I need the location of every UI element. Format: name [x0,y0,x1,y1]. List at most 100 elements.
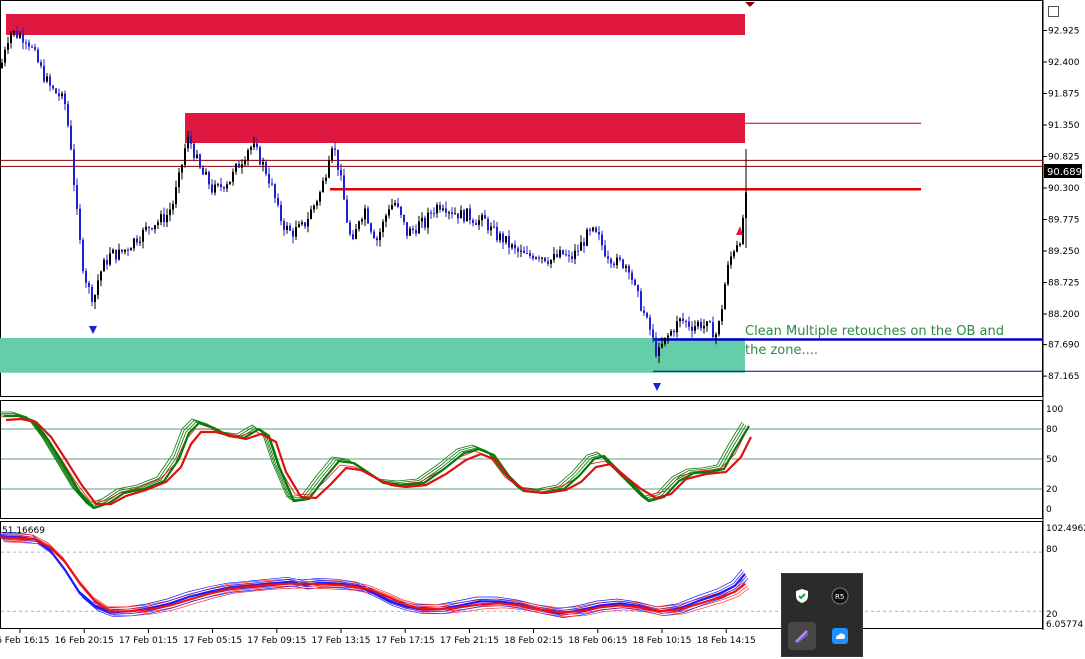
candle-bull [361,219,363,222]
svg-text:R5: R5 [835,593,844,601]
candle-bear [34,46,36,50]
price-tick-label: 91.875 [1048,90,1080,100]
candle-bull [235,163,237,172]
candle-bear [211,184,213,193]
candle-bear [523,250,525,254]
candle-bull [388,209,390,216]
candle-bear [610,258,612,264]
candle-bear [451,212,453,214]
candle-bear [79,208,81,240]
current-price-label: 90.689 [1047,167,1082,178]
candle-bear [685,320,687,322]
candle-bull [160,214,162,223]
candle-bear [601,234,603,246]
candle-bull [298,224,300,228]
lower-bottom-value: 6.05774 [1046,620,1083,630]
lower-left-value: 51.16669 [2,526,45,536]
candle-bear [571,256,573,259]
candle-bull [358,221,360,230]
candle-bull [574,250,576,259]
candle-bull [313,205,315,210]
candle-bear [475,223,477,225]
candle-bear [136,238,138,243]
candle-bull [730,256,732,265]
candle-bull [232,171,234,182]
candle-bear [352,234,354,240]
candle-bear [526,253,528,255]
time-tick-label: 17 Feb 17:15 [376,636,435,646]
candle-bull [736,245,738,252]
candle-bull [550,259,552,264]
app-badge-icon[interactable]: R5 [828,584,852,608]
time-tick-label: 17 Feb 01:15 [119,636,178,646]
candle-bull [124,249,126,252]
candle-bear [151,228,153,230]
candle-bear [163,214,165,223]
candle-bear [373,231,375,239]
time-tick-label: 18 Feb 14:15 [697,636,756,646]
lower-panel-frame [0,521,1043,629]
candle-bear [43,65,45,82]
candle-bull [364,208,366,220]
candle-bull [97,280,99,295]
candle-bear [412,228,414,231]
candle-bear [202,167,204,175]
candle-bear [70,125,72,150]
candle-bull [328,160,330,178]
candle-bull [718,321,720,335]
candle-bear [397,203,399,207]
candle-bear [67,104,69,126]
candle-bull [355,229,357,240]
window-restore-icon[interactable] [1048,6,1059,17]
candle-bull [442,208,444,210]
candle-bear [673,331,675,333]
candle-bear [556,254,558,257]
stoch-tick-label: 0 [1046,505,1052,515]
supply-zone [185,113,745,143]
candle-bear [31,46,33,48]
candle-bear [25,42,27,44]
candle-bull [226,184,228,189]
pen-icon[interactable] [788,622,816,650]
candle-bull [325,177,327,181]
lower-level-20: 20 [1046,610,1058,620]
candle-bull [580,242,582,251]
candle-bull [241,164,243,168]
candle-bull [391,205,393,210]
candle-bear [469,208,471,221]
security-shield-icon[interactable] [790,584,814,608]
candle-bear [655,337,657,357]
candle-bull [385,215,387,222]
candle-bear [259,147,261,165]
candle-bull [592,227,594,231]
candle-bear [190,136,192,144]
time-tick-label: 17 Feb 09:15 [247,636,306,646]
candle-bear [709,321,711,323]
candle-bull [520,250,522,252]
candle-bull [142,229,144,242]
candle-bear [415,230,417,234]
time-tick-label: 16 Feb 16:15 [0,636,50,646]
candle-bear [403,214,405,223]
candle-bull [1,62,3,68]
candle-bear [76,185,78,209]
candle-bear [634,279,636,286]
stoch-tick-label: 100 [1046,405,1063,415]
candle-bear [688,321,690,327]
price-tick-label: 89.775 [1048,216,1080,226]
candle-bear [604,245,606,257]
time-tick-label: 18 Feb 10:15 [632,636,691,646]
candle-bull [181,164,183,173]
candle-bear [508,236,510,248]
candle-bear [484,215,486,219]
candle-bear [682,318,684,321]
candle-bear [538,257,540,259]
candle-bear [274,184,276,198]
cloud-icon[interactable] [828,624,852,648]
candle-bull [382,221,384,233]
candle-bull [697,321,699,327]
candle-bear [433,213,435,215]
candle-bear [16,31,18,38]
candle-bull [247,150,249,161]
candle-bear [85,271,87,283]
